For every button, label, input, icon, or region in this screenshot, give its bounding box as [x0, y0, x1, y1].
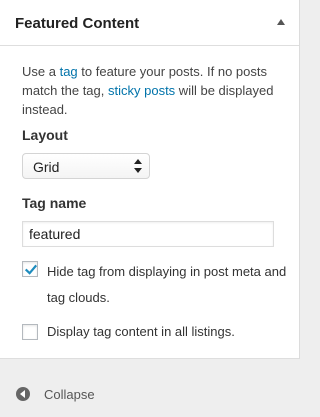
description-part1: Use a — [22, 64, 60, 79]
panel-body: Use a tag to feature your posts. If no p… — [0, 46, 299, 359]
layout-label: Layout — [22, 127, 68, 143]
display-tag-label: Display tag content in all listings. — [47, 324, 235, 339]
display-tag-checkbox[interactable] — [22, 324, 38, 340]
footer-bar: Collapse — [0, 360, 301, 417]
panel-header[interactable]: Featured Content — [0, 0, 299, 46]
checkmark-icon — [24, 264, 38, 275]
tag-link[interactable]: tag — [60, 64, 78, 79]
sticky-posts-link[interactable]: sticky posts — [108, 83, 175, 98]
collapse-icon[interactable] — [16, 387, 30, 401]
tag-name-input[interactable] — [22, 221, 274, 247]
hide-tag-label: Hide tag from displaying in post meta an… — [47, 264, 287, 305]
featured-content-panel: Featured Content Use a tag to feature yo… — [0, 0, 300, 359]
hide-tag-checkbox[interactable] — [22, 261, 38, 277]
layout-select[interactable]: Grid — [22, 153, 150, 179]
collapse-arrow-icon[interactable] — [277, 19, 285, 25]
select-arrows-icon — [134, 159, 142, 173]
description-text: Use a tag to feature your posts. If no p… — [22, 62, 284, 119]
panel-title: Featured Content — [15, 15, 140, 32]
tag-name-label: Tag name — [22, 195, 87, 211]
layout-selected-value: Grid — [33, 159, 60, 175]
collapse-button[interactable]: Collapse — [44, 387, 95, 402]
